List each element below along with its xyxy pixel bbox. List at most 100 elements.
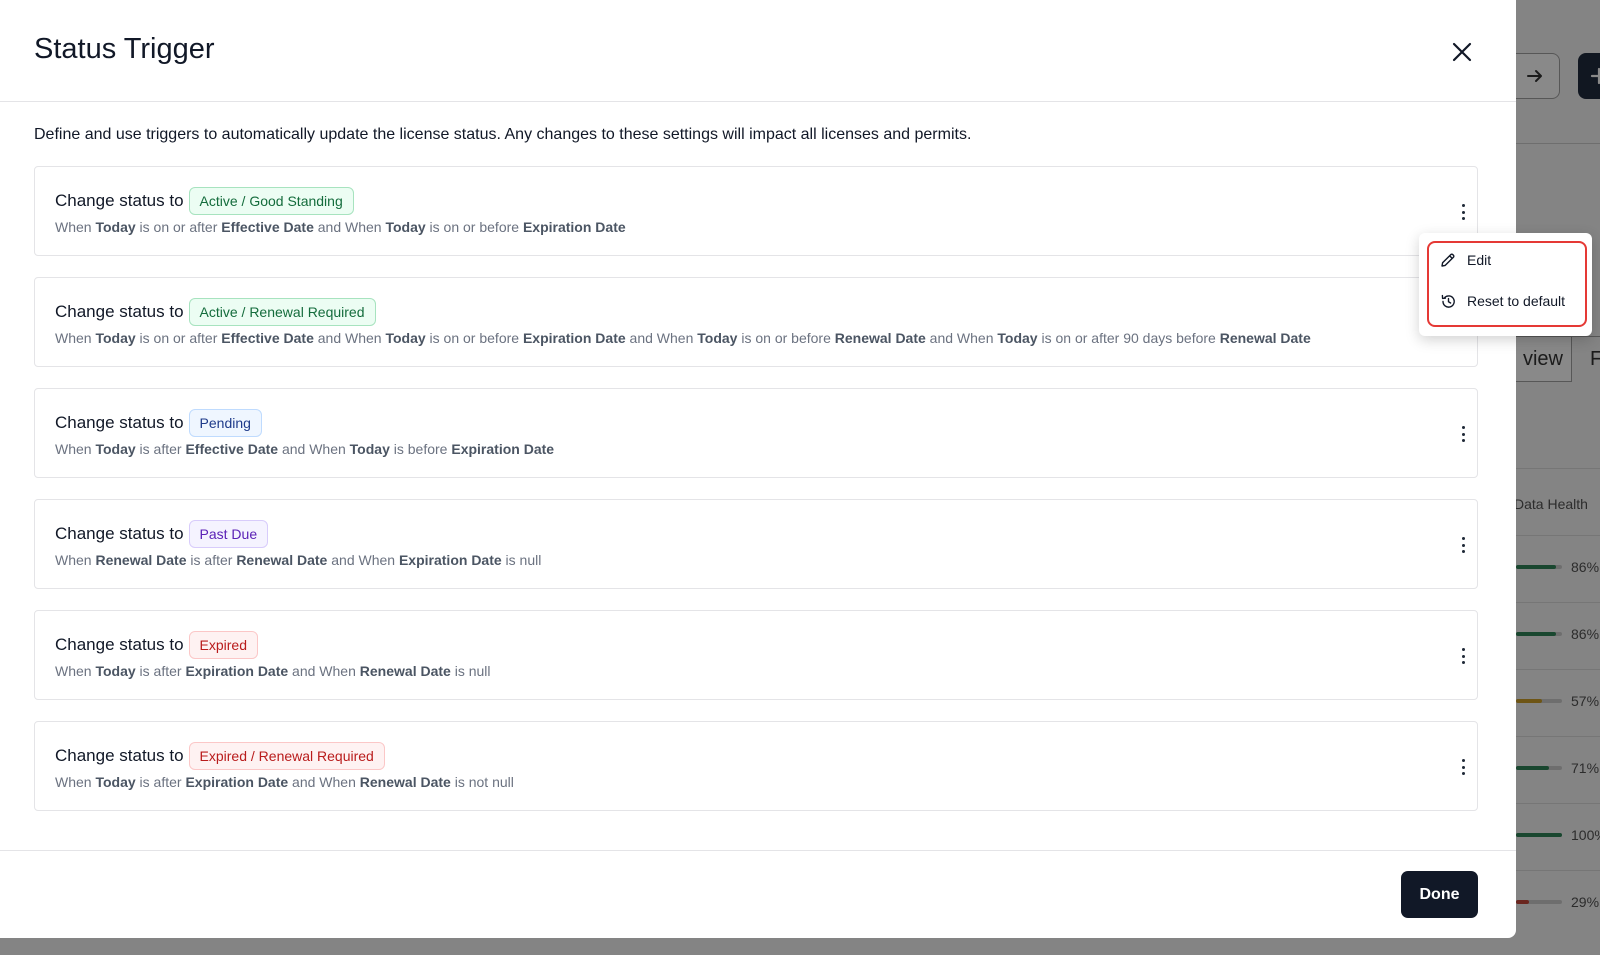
trigger-card: Change status to Active / Renewal Require… (34, 277, 1478, 367)
trigger-condition: When Today is on or after Effective Date… (55, 219, 626, 235)
condition-text: and When (313, 330, 386, 346)
trigger-prefix: Change status to (55, 635, 184, 654)
more-options-button[interactable] (1453, 423, 1473, 445)
condition-text: When (55, 441, 96, 457)
condition-field: Expiration Date (398, 552, 502, 568)
trigger-title: Change status to Active / Good Standing (55, 187, 354, 215)
trigger-card: Change status to Active / Good Standing Wh… (34, 166, 1478, 256)
condition-text: When (55, 219, 96, 235)
condition-field: Expiration Date (185, 663, 289, 679)
trigger-actions-menu: Edit Reset to default (1419, 233, 1592, 336)
condition-field: Today (95, 663, 136, 679)
trigger-prefix: Change status to (55, 746, 184, 765)
condition-field: Today (95, 219, 136, 235)
modal-description: Define and use triggers to automatically… (34, 126, 972, 143)
condition-text: and When (288, 663, 360, 679)
condition-text: and When (288, 774, 360, 790)
trigger-condition: When Renewal Date is after Renewal Date … (55, 552, 541, 568)
condition-field: Effective Date (185, 441, 279, 457)
status-badge: Past Due (188, 520, 269, 548)
condition-field: Renewal Date (236, 552, 328, 568)
close-button[interactable] (1446, 36, 1478, 68)
condition-field: Renewal Date (359, 774, 451, 790)
condition-text: is before (389, 441, 452, 457)
status-badge: Expired / Renewal Required (188, 742, 385, 770)
trigger-prefix: Change status to (55, 302, 184, 321)
trigger-prefix: Change status to (55, 413, 184, 432)
condition-text: and When (313, 219, 386, 235)
condition-text: is on or after 90 days before (1037, 330, 1220, 346)
condition-field: Today (95, 330, 136, 346)
condition-field: Today (997, 330, 1038, 346)
trigger-title: Change status to Active / Renewal Require… (55, 298, 376, 326)
condition-text: When (55, 552, 96, 568)
condition-field: Effective Date (221, 219, 314, 235)
menu-item-edit-label: Edit (1467, 252, 1492, 268)
trigger-title: Change status to Pending (55, 409, 262, 437)
trigger-prefix: Change status to (55, 191, 184, 210)
pencil-icon (1439, 251, 1457, 269)
trigger-condition: When Today is on or after Effective Date… (55, 330, 1311, 346)
condition-field: Renewal Date (95, 552, 187, 568)
condition-field: Expiration Date (522, 330, 626, 346)
condition-field: Expiration Date (522, 219, 626, 235)
condition-text: is after (135, 663, 186, 679)
kebab-icon (1461, 759, 1465, 775)
trigger-title: Change status to Expired (55, 631, 258, 659)
more-options-button[interactable] (1453, 201, 1473, 223)
condition-field: Expiration Date (185, 774, 289, 790)
condition-text: When (55, 663, 96, 679)
trigger-condition: When Today is after Expiration Date and … (55, 774, 514, 790)
condition-field: Expiration Date (451, 441, 555, 457)
reset-icon (1439, 292, 1457, 310)
condition-text: When (55, 330, 96, 346)
modal-footer-divider (0, 850, 1516, 851)
condition-text: is on or after (135, 330, 222, 346)
condition-field: Today (385, 330, 426, 346)
condition-field: Today (385, 219, 426, 235)
condition-text: is on or before (425, 330, 523, 346)
condition-field: Renewal Date (1219, 330, 1311, 346)
condition-text: When (55, 774, 96, 790)
close-icon (1452, 42, 1472, 62)
condition-text: is after (135, 774, 186, 790)
more-options-button[interactable] (1453, 645, 1473, 667)
condition-text: and When (925, 330, 998, 346)
menu-item-reset-to-default[interactable]: Reset to default (1439, 286, 1565, 316)
condition-text: is null (501, 552, 542, 568)
condition-text: is null (450, 663, 491, 679)
condition-field: Today (349, 441, 390, 457)
trigger-condition: When Today is after Expiration Date and … (55, 663, 491, 679)
menu-item-edit[interactable]: Edit (1439, 245, 1491, 275)
trigger-card: Change status to Expired / Renewal Requir… (34, 721, 1478, 811)
condition-field: Today (697, 330, 738, 346)
status-trigger-modal: Status Trigger Define and use triggers t… (0, 0, 1516, 938)
condition-field: Today (95, 774, 136, 790)
trigger-prefix: Change status to (55, 524, 184, 543)
condition-text: and When (278, 441, 350, 457)
condition-field: Renewal Date (359, 663, 451, 679)
kebab-icon (1461, 537, 1465, 553)
condition-text: is after (186, 552, 237, 568)
condition-text: is on or before (737, 330, 835, 346)
condition-text: and When (327, 552, 399, 568)
status-badge: Pending (188, 409, 262, 437)
trigger-title: Change status to Expired / Renewal Requir… (55, 742, 385, 770)
status-badge: Active / Good Standing (188, 187, 354, 215)
menu-item-reset-label: Reset to default (1467, 293, 1566, 309)
more-options-button[interactable] (1453, 534, 1473, 556)
condition-field: Today (95, 441, 136, 457)
modal-title: Status Trigger (34, 33, 215, 65)
modal-header: Status Trigger (0, 0, 1516, 102)
trigger-card: Change status to Past Due When Renewal Dat… (34, 499, 1478, 589)
condition-text: is after (135, 441, 186, 457)
more-options-button[interactable] (1453, 756, 1473, 778)
trigger-card: Change status to Expired When Today is aft… (34, 610, 1478, 700)
kebab-icon (1461, 426, 1465, 442)
condition-text: is on or before (425, 219, 523, 235)
condition-text: is not null (450, 774, 514, 790)
done-button[interactable]: Done (1401, 871, 1478, 918)
status-badge: Active / Renewal Required (188, 298, 376, 326)
trigger-card: Change status to Pending When Today is aft… (34, 388, 1478, 478)
condition-text: is on or after (135, 219, 222, 235)
